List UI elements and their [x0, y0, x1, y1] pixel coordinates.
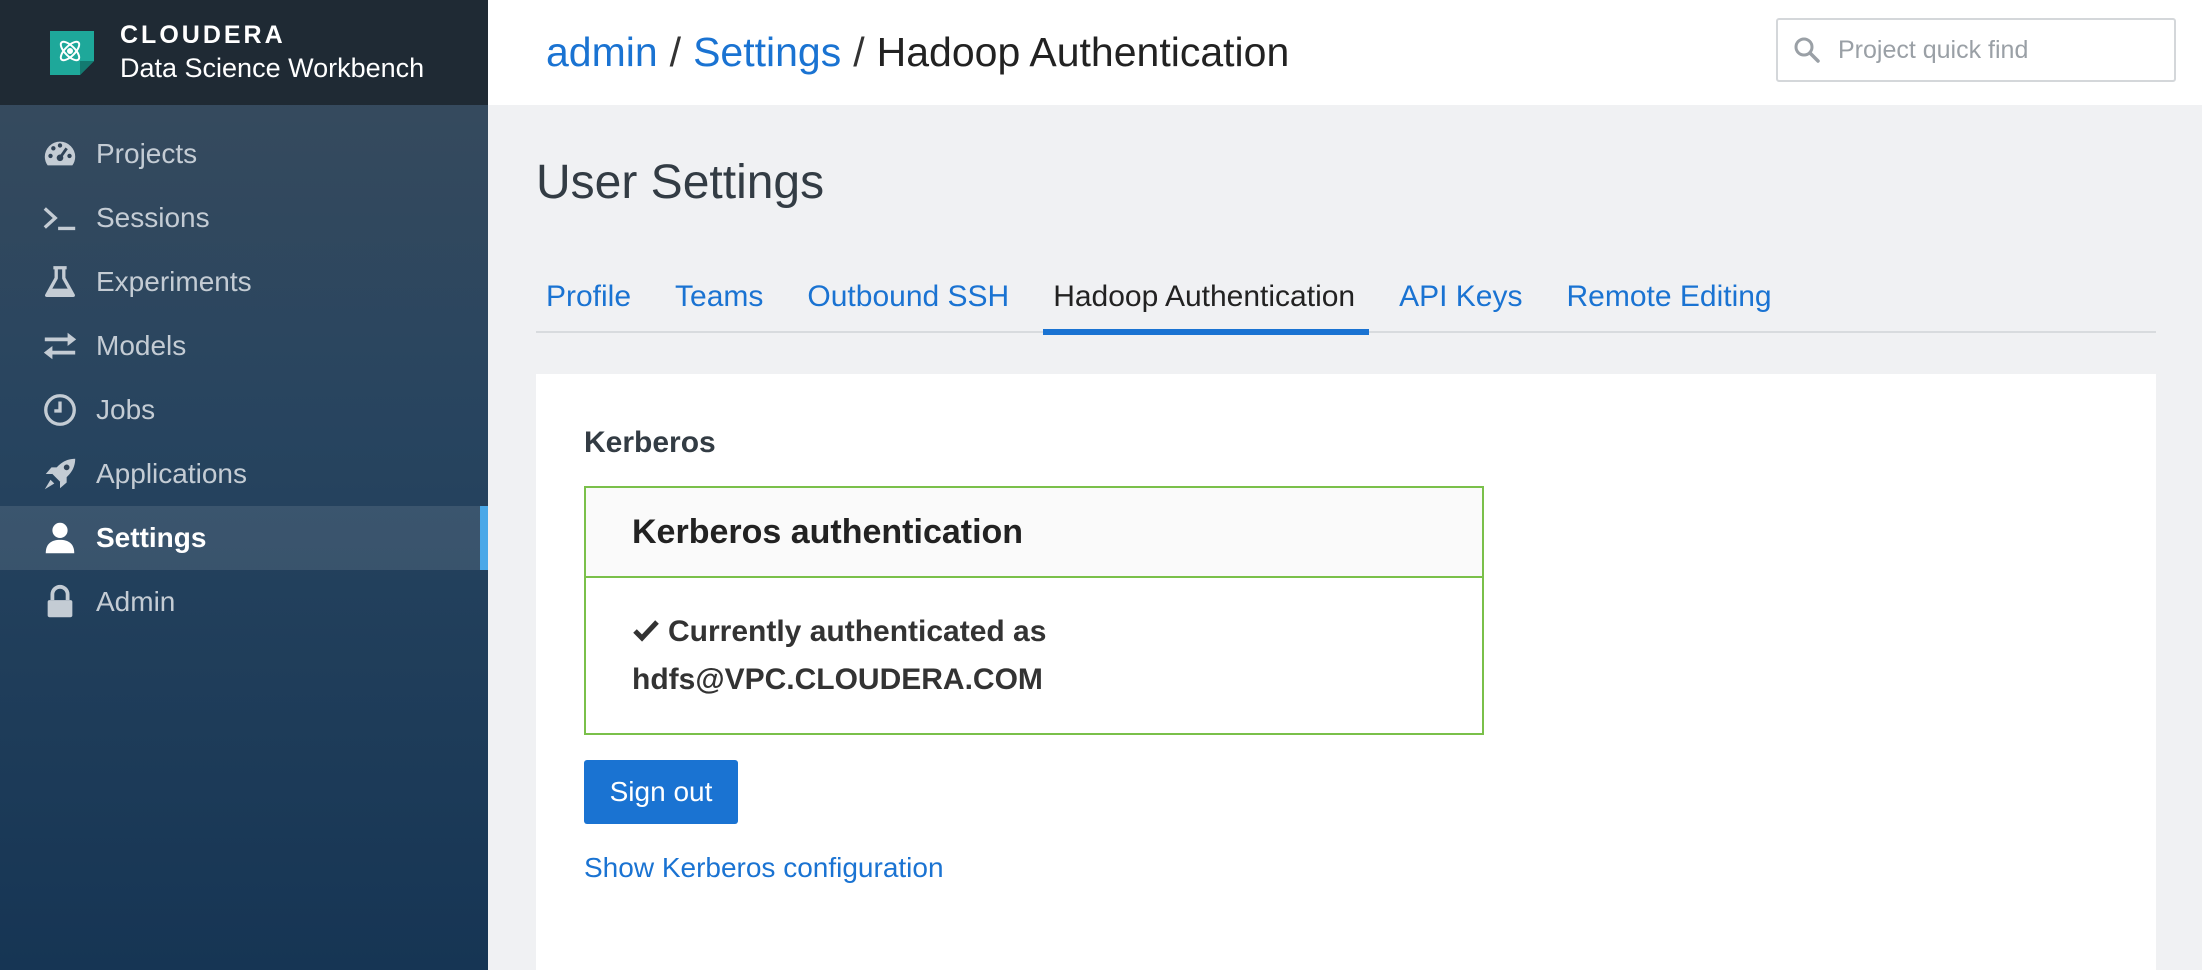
sidebar-item-models[interactable]: Models — [0, 314, 488, 378]
settings-tabs: Profile Teams Outbound SSH Hadoop Authen… — [536, 260, 2156, 335]
sidebar-item-label: Applications — [96, 458, 247, 489]
sidebar-item-label: Admin — [96, 586, 176, 617]
sidebar-item-label: Experiments — [96, 266, 252, 297]
sign-out-button[interactable]: Sign out — [584, 760, 738, 824]
kerberos-principal: hdfs@VPC.CLOUDERA.COM — [632, 663, 1043, 696]
checkmark-icon — [633, 620, 659, 642]
breadcrumb-separator: / — [669, 29, 682, 75]
sidebar-item-experiments[interactable]: Experiments — [0, 250, 488, 314]
exchange-arrows-icon — [40, 326, 80, 366]
cloudera-logo-icon — [50, 30, 94, 75]
breadcrumb-current: Hadoop Authentication — [876, 29, 1290, 75]
search-icon — [1794, 37, 1820, 63]
tab-profile[interactable]: Profile — [536, 260, 645, 333]
status-line: Currently authenticated as — [668, 615, 1047, 648]
main-content: User Settings Profile Teams Outbound SSH… — [488, 105, 2202, 970]
breadcrumb-link-admin[interactable]: admin — [546, 29, 658, 76]
search-input[interactable] — [1838, 35, 2158, 65]
sidebar: CLOUDERA Data Science Workbench Projects… — [0, 0, 488, 970]
flask-icon — [40, 262, 80, 302]
kerberos-status-box: Kerberos authentication Currently authen… — [584, 486, 1484, 735]
tab-api-keys[interactable]: API Keys — [1389, 260, 1536, 333]
breadcrumb-separator: / — [853, 29, 865, 75]
sidebar-item-applications[interactable]: Applications — [0, 442, 488, 506]
brand-product: Data Science Workbench — [120, 53, 425, 83]
brand-bar[interactable]: CLOUDERA Data Science Workbench — [0, 0, 488, 105]
clock-icon — [40, 390, 80, 430]
app-window: CLOUDERA Data Science Workbench Projects… — [0, 0, 2202, 970]
sidebar-item-admin[interactable]: Admin — [0, 570, 488, 634]
project-quick-find[interactable] — [1776, 18, 2176, 82]
breadcrumb-link-settings[interactable]: Settings — [693, 29, 841, 76]
top-header: admin / Settings / Hadoop Authentication — [488, 0, 2202, 105]
tab-teams[interactable]: Teams — [665, 260, 777, 333]
section-label-kerberos: Kerberos — [584, 426, 716, 459]
kerberos-panel: Kerberos Kerberos authentication Current… — [536, 374, 2156, 970]
sidebar-item-projects[interactable]: Projects — [0, 122, 488, 186]
sidebar-item-label: Sessions — [96, 202, 210, 233]
breadcrumb: admin / Settings / Hadoop Authentication — [546, 29, 1289, 76]
sidebar-item-sessions[interactable]: Sessions — [0, 186, 488, 250]
user-icon — [40, 518, 80, 558]
sidebar-item-label: Jobs — [96, 394, 156, 425]
terminal-icon — [40, 198, 80, 238]
sidebar-item-settings[interactable]: Settings — [0, 506, 488, 570]
sidebar-item-label: Settings — [96, 522, 207, 553]
tab-outbound-ssh[interactable]: Outbound SSH — [797, 260, 1023, 333]
kerberos-box-title: Kerberos authentication — [586, 488, 1482, 578]
lock-icon — [40, 582, 80, 622]
tab-remote-editing[interactable]: Remote Editing — [1557, 260, 1786, 333]
show-kerberos-config-link[interactable]: Show Kerberos configuration — [584, 852, 944, 884]
sidebar-nav: Projects Sessions Experiments Models Job… — [0, 122, 488, 634]
page-title: User Settings — [536, 156, 825, 209]
sidebar-item-label: Models — [96, 330, 187, 361]
kerberos-status: Currently authenticated as hdfs@VPC.CLOU… — [586, 578, 1482, 734]
rocket-icon — [40, 454, 80, 494]
dashboard-icon — [40, 134, 80, 174]
sidebar-item-jobs[interactable]: Jobs — [0, 378, 488, 442]
sidebar-item-label: Projects — [96, 138, 198, 169]
tab-hadoop-authentication[interactable]: Hadoop Authentication — [1043, 260, 1370, 335]
brand-name: CLOUDERA — [120, 21, 286, 49]
